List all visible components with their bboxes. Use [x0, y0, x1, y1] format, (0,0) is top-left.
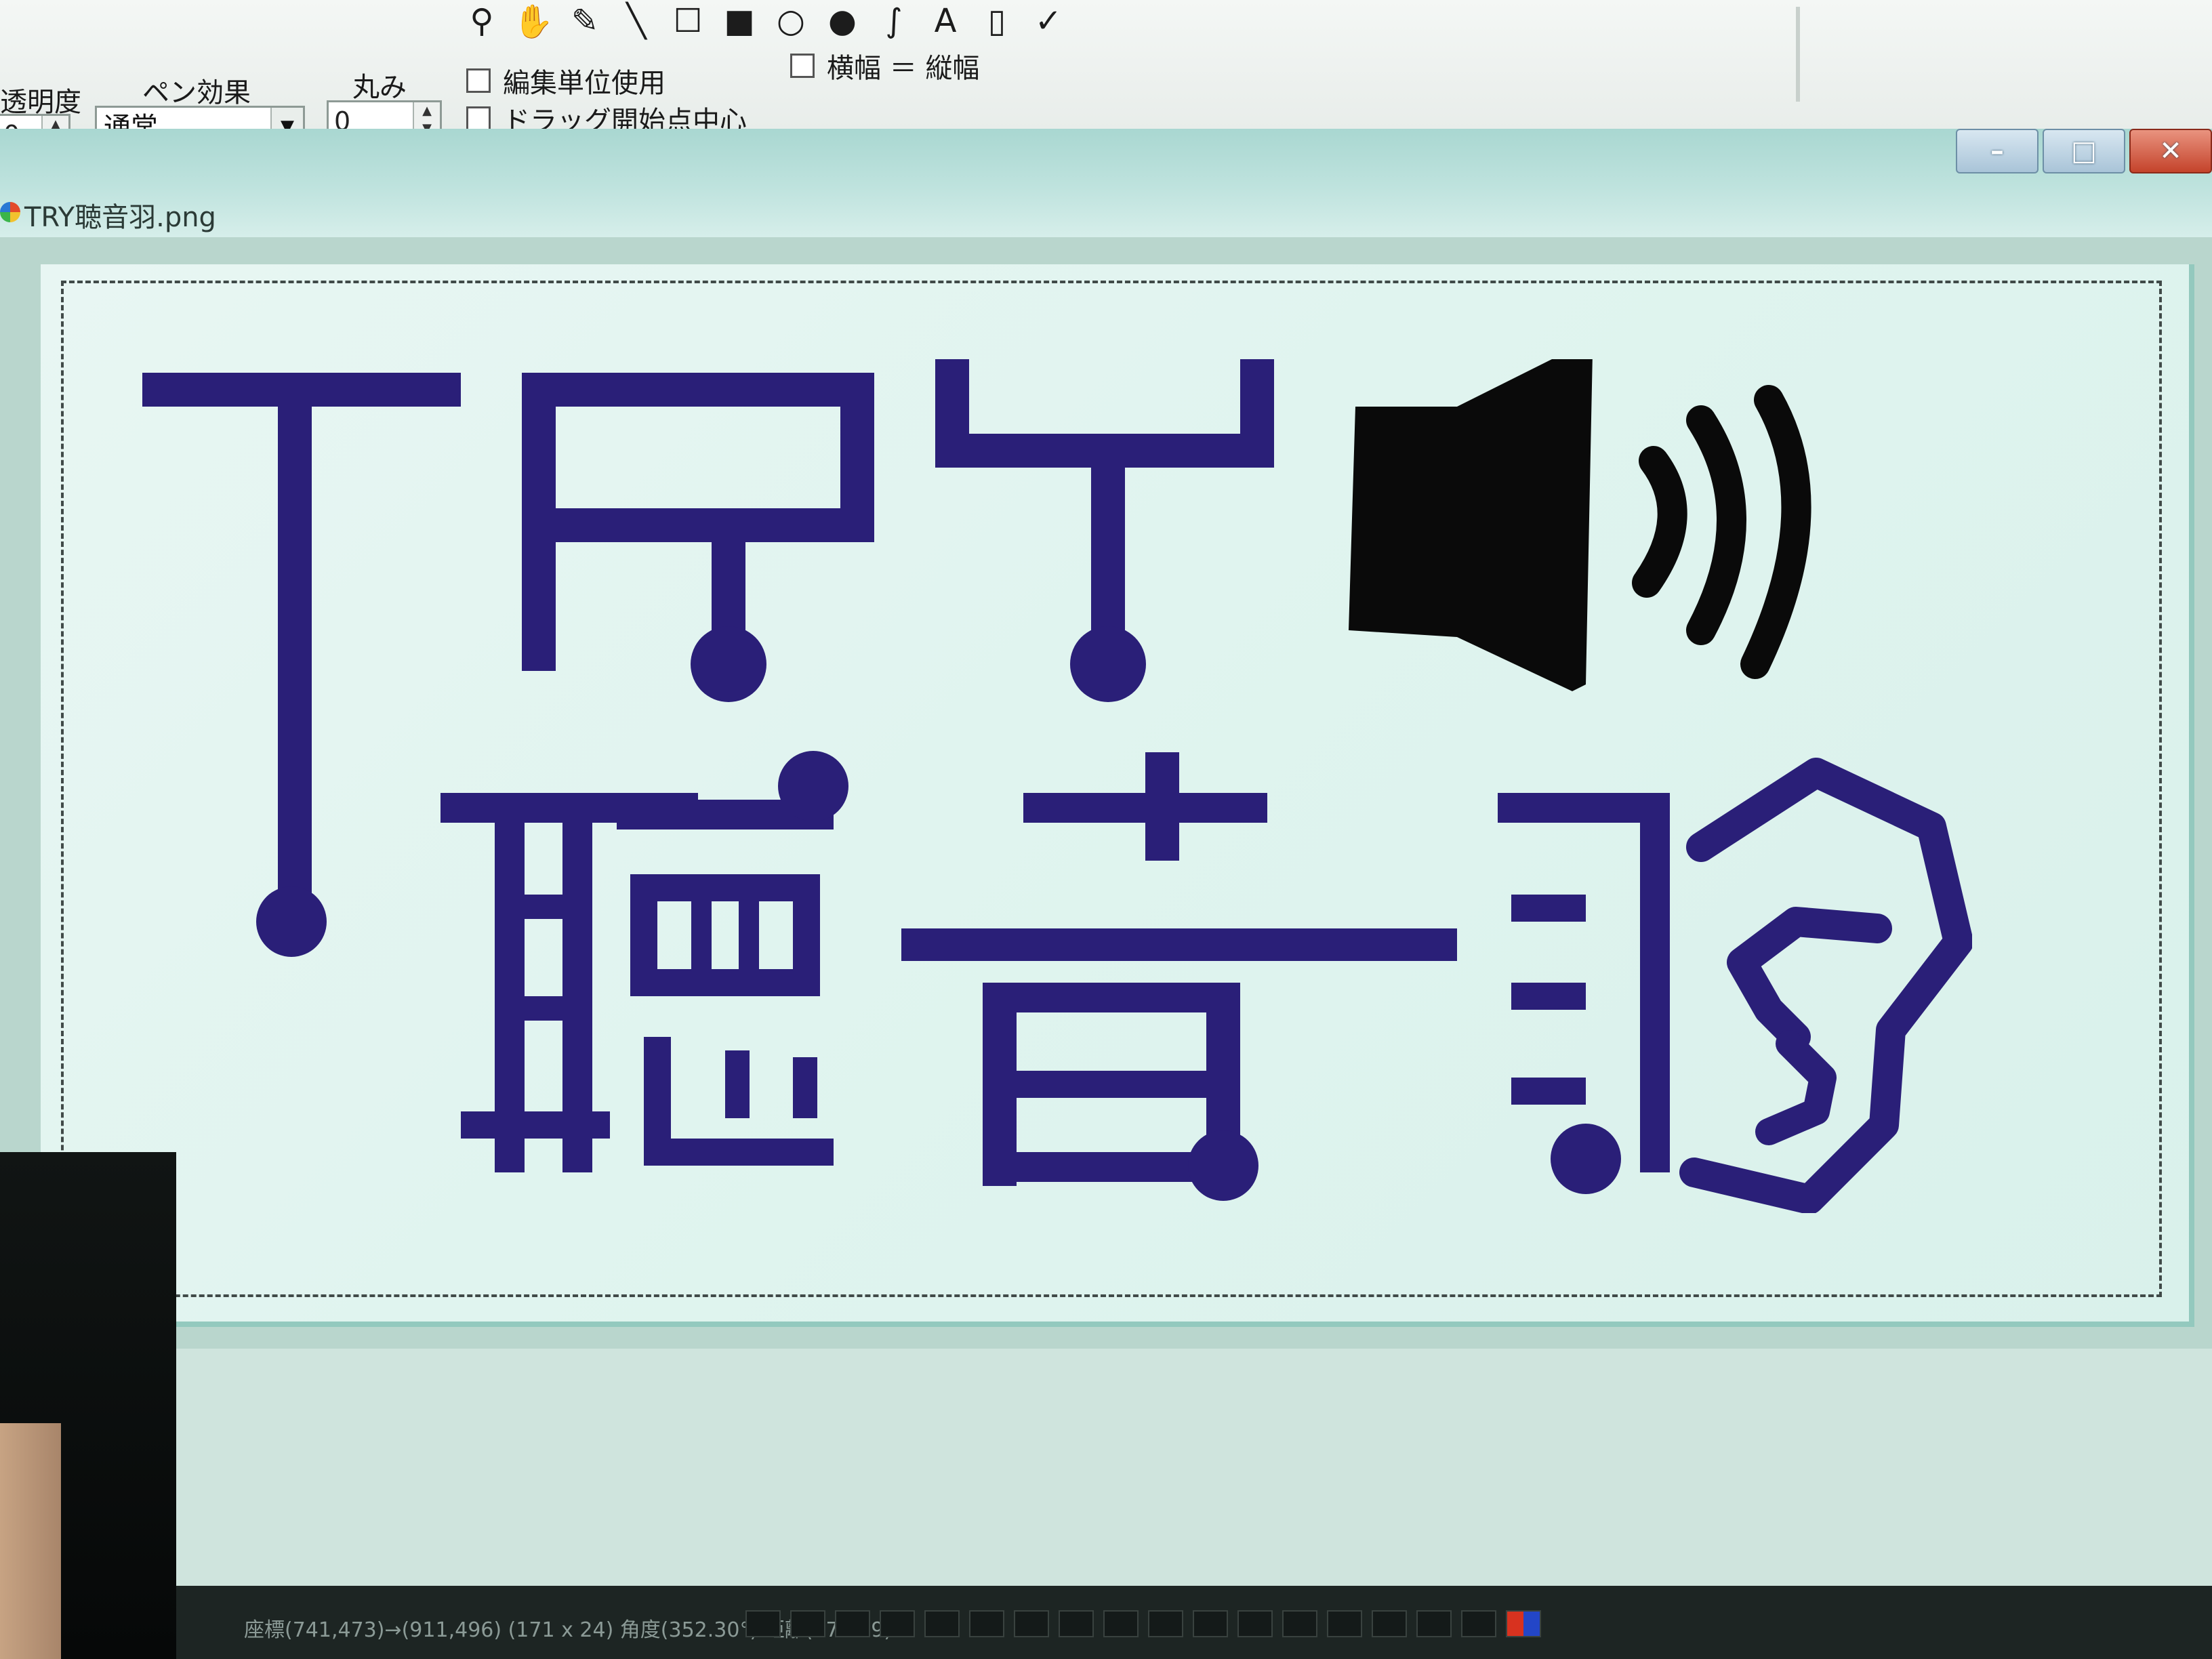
status-bar: 座標(741,473)→(911,496) (171 x 24) 角度(352.…	[0, 1586, 2212, 1659]
color-palette	[745, 1610, 1551, 1637]
text-icon[interactable]: A	[924, 1, 966, 41]
logo-kiku-base	[461, 1111, 610, 1139]
logo-kiku-rung1	[495, 895, 592, 919]
logo-oto-bar	[901, 928, 1457, 961]
logo-kiku-box-bottom	[630, 969, 820, 996]
tool-options-bar: ⚲✋✎╲☐■○●∫A▯✓ 透明度 0 ▲▼ ペン効果 通常 ▼ 丸み 0 ▲▼ …	[0, 0, 2212, 153]
logo-t-stem	[278, 373, 312, 915]
minimize-button[interactable]: –	[1956, 129, 2039, 173]
palette-swatch[interactable]	[790, 1610, 825, 1637]
palette-swatch[interactable]	[969, 1610, 1004, 1637]
palette-swatch[interactable]	[1416, 1610, 1452, 1637]
ellipse-icon[interactable]: ○	[770, 1, 812, 41]
curve-icon[interactable]: ∫	[873, 1, 915, 41]
checkbox-box[interactable]	[466, 68, 491, 93]
palette-swatch[interactable]	[924, 1610, 960, 1637]
image-window: TRY聴音羽.png – □ ✕	[0, 129, 2212, 1349]
tool-palette: ⚲ ✋ ✎ ╲ ☐ ■ ○ ● ∫ A ▯ ✓	[461, 0, 1079, 42]
rectangle-icon[interactable]: ☐	[667, 1, 709, 41]
speaker-wave-large	[1740, 385, 1811, 679]
hand-icon[interactable]: ✋	[512, 1, 554, 41]
palette-swatch[interactable]	[835, 1610, 870, 1637]
palette-swatch[interactable]	[745, 1610, 781, 1637]
logo-hane-dot	[1551, 1124, 1621, 1194]
logo-kiku-rung2	[495, 996, 592, 1021]
logo-oto-top	[1023, 793, 1267, 823]
palette-swatch[interactable]	[1282, 1610, 1317, 1637]
palette-swatch[interactable]	[1372, 1610, 1407, 1637]
logo-kiku-heart-mid	[725, 1050, 750, 1118]
image-canvas[interactable]	[41, 264, 2194, 1327]
window-title: TRY聴音羽.png	[24, 202, 216, 233]
app-icon	[0, 202, 20, 222]
speaker-wave-medium	[1686, 405, 1746, 645]
logo-oto-dot	[1188, 1130, 1258, 1201]
filled-ellipse-icon[interactable]: ●	[821, 1, 863, 41]
logo-t-dot	[256, 886, 327, 957]
aspect-label: 横幅 ＝ 縦幅	[827, 53, 980, 84]
logo-ear-lobe	[1755, 1030, 1837, 1145]
try-logo-image	[142, 359, 1972, 1213]
logo-kiku-box-mid1	[691, 874, 712, 996]
checkbox-box[interactable]	[466, 106, 491, 131]
edit-unit-label: 編集単位使用	[503, 68, 665, 99]
panel-divider	[1796, 7, 1800, 102]
logo-kiku-box-mid2	[739, 874, 759, 996]
palette-swatch[interactable]	[1237, 1610, 1273, 1637]
palette-swatch[interactable]	[1148, 1610, 1183, 1637]
zoom-icon[interactable]: ⚲	[461, 1, 503, 41]
window-controls: – □ ✕	[1952, 129, 2212, 176]
palette-swatch[interactable]	[1327, 1610, 1362, 1637]
checkmark-icon[interactable]: ✓	[1027, 1, 1069, 41]
logo-y-dot	[1070, 626, 1146, 702]
fill-icon[interactable]: ▯	[976, 1, 1018, 41]
logo-hane-rung3	[1511, 1078, 1586, 1105]
logo-kiku-dot	[778, 751, 848, 821]
logo-r-dot	[691, 626, 766, 702]
canvas-area[interactable]	[0, 237, 2212, 1349]
checkbox-box[interactable]	[790, 54, 815, 78]
filled-rectangle-icon[interactable]: ■	[718, 1, 760, 41]
palette-swatch[interactable]	[880, 1610, 915, 1637]
pencil-icon[interactable]: ✎	[564, 1, 606, 41]
palette-swatch[interactable]	[1193, 1610, 1228, 1637]
logo-ear-outline	[1679, 758, 1972, 1213]
pen-effect-label: ペン効果	[142, 77, 251, 108]
logo-y-stem	[1091, 434, 1125, 657]
palette-swatch[interactable]	[1506, 1610, 1541, 1637]
palette-swatch[interactable]	[1014, 1610, 1049, 1637]
speaker-body	[1349, 359, 1593, 691]
speaker-wave-small	[1632, 446, 1687, 598]
line-icon[interactable]: ╲	[615, 1, 657, 41]
logo-kiku-heart-base	[644, 1139, 834, 1166]
desk-edge	[0, 1423, 61, 1659]
window-titlebar[interactable]: TRY聴音羽.png – □ ✕	[0, 129, 2212, 237]
speaker-icon	[1349, 359, 1811, 691]
logo-primary-strokes	[142, 359, 1972, 1213]
logo-oto-box-mid	[983, 1071, 1240, 1098]
palette-swatch[interactable]	[1461, 1610, 1496, 1637]
logo-kiku-box-top	[630, 874, 820, 901]
logo-oto-box-top	[983, 983, 1240, 1012]
aspect-checkbox[interactable]: 横幅 ＝ 縦幅	[790, 46, 979, 85]
screen: ⚲✋✎╲☐■○●∫A▯✓ 透明度 0 ▲▼ ペン効果 通常 ▼ 丸み 0 ▲▼ …	[0, 0, 2212, 1659]
close-button[interactable]: ✕	[2129, 129, 2212, 173]
logo-hane-right	[1640, 793, 1670, 1172]
edit-unit-checkbox[interactable]: 編集単位使用	[466, 61, 665, 100]
logo-r-mid	[522, 508, 874, 542]
palette-swatch[interactable]	[1059, 1610, 1094, 1637]
maximize-button[interactable]: □	[2043, 129, 2125, 173]
logo-kiku-heart-right	[793, 1057, 817, 1118]
logo-hane-rung1	[1511, 895, 1586, 922]
logo-r-top	[522, 373, 874, 407]
logo-hane-rung2	[1511, 983, 1586, 1010]
palette-swatch[interactable]	[1103, 1610, 1139, 1637]
roundness-label: 丸み	[352, 72, 407, 103]
logo-ear-inner	[1727, 907, 1892, 1052]
